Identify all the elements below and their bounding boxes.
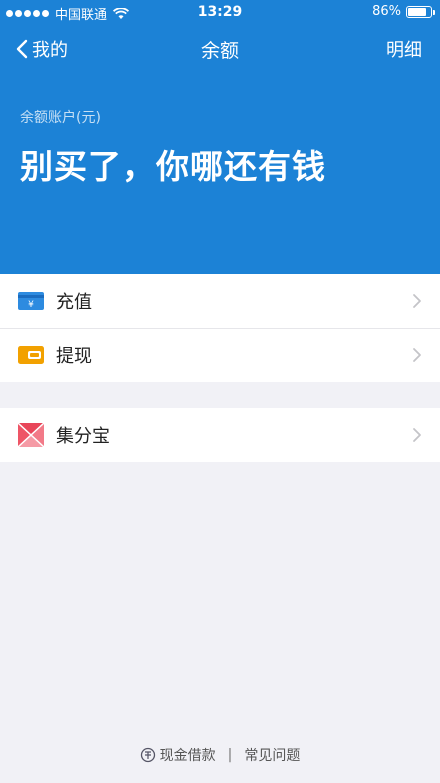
recharge-label: 充值 — [56, 292, 92, 313]
wallet-icon — [18, 345, 44, 365]
jifenbao-row[interactable]: 集分宝 — [0, 408, 440, 462]
actions-list: ¥ 充值 提现 — [0, 274, 440, 382]
nav-bar: 我的 余额 明细 — [0, 26, 440, 72]
svg-text:¥: ¥ — [28, 300, 34, 310]
recharge-row[interactable]: ¥ 充值 — [0, 274, 440, 328]
points-list: 集分宝 — [0, 408, 440, 462]
faq-label: 常见问题 — [244, 748, 301, 764]
cash-loan-icon — [140, 747, 155, 763]
account-balance: 别买了，你哪还有钱 — [20, 147, 326, 186]
jifenbao-label: 集分宝 — [56, 426, 110, 447]
recharge-card-icon: ¥ — [18, 291, 44, 311]
footer-separator: | — [227, 747, 233, 763]
jifenbao-icon — [18, 423, 44, 447]
cash-loan-label: 现金借款 — [159, 748, 216, 764]
chevron-right-icon — [413, 428, 421, 442]
balance-header: 中国联通 13:29 86% 我的 余额 明细 余额账户(元) 别买了，你哪还有… — [0, 0, 440, 274]
battery-percent: 86% — [372, 4, 401, 19]
battery-fill — [408, 7, 427, 16]
status-right: 86% — [372, 4, 435, 19]
withdraw-label: 提现 — [56, 346, 92, 367]
cash-loan-link[interactable]: 现金借款 — [140, 745, 216, 765]
withdraw-row[interactable]: 提现 — [0, 328, 440, 382]
page-title: 余额 — [200, 40, 239, 62]
status-bar: 中国联通 13:29 86% — [0, 0, 440, 26]
chevron-right-icon — [413, 294, 421, 308]
faq-link[interactable]: 常见问题 — [244, 745, 300, 765]
chevron-right-icon — [413, 348, 421, 362]
battery-icon — [406, 5, 435, 18]
details-button[interactable]: 明细 — [386, 36, 422, 62]
footer-links: 现金借款 | 常见问题 — [0, 744, 440, 766]
account-label: 余额账户(元) — [20, 110, 101, 126]
